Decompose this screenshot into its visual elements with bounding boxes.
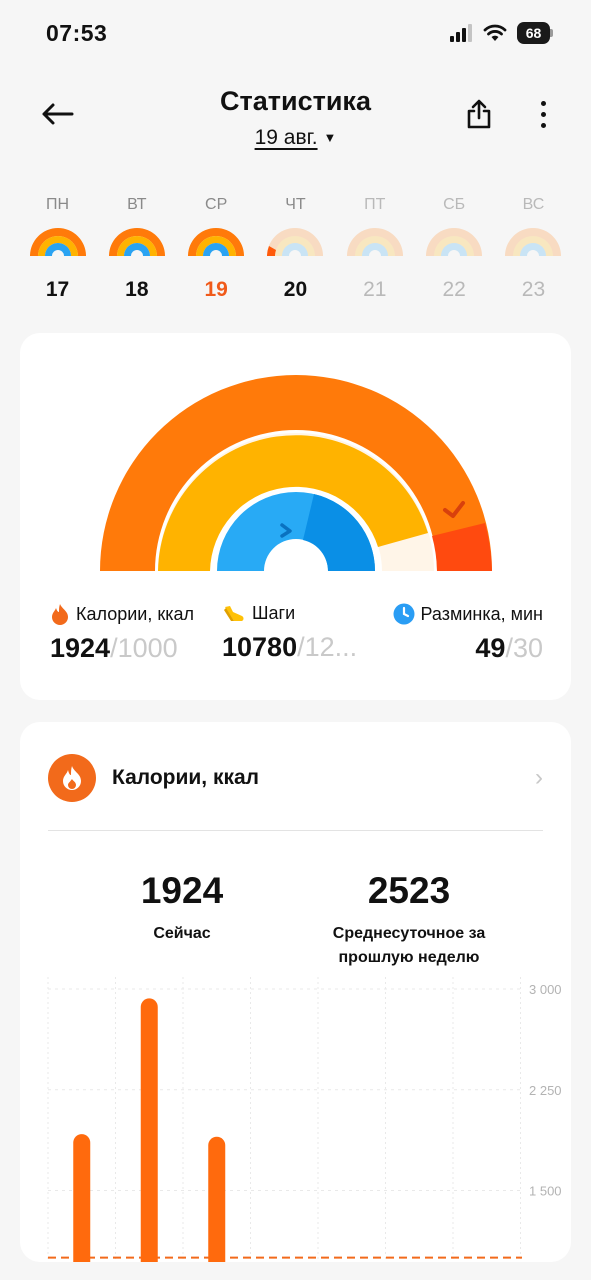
day-23[interactable]: ВС 23: [494, 196, 573, 306]
day-rings-icon: [346, 228, 403, 256]
y-tick-label: 1 500: [529, 1184, 562, 1199]
calories-bar-chart: 3 0002 2501 500750: [47, 977, 562, 1262]
y-tick-label: 3 000: [529, 982, 562, 997]
metric-calories-goal: /1000: [110, 633, 178, 663]
day-number: 18: [125, 278, 149, 301]
day-22[interactable]: СБ 22: [415, 196, 494, 306]
metric-steps-label: Шаги: [252, 603, 296, 623]
day-name: СБ: [443, 196, 466, 213]
flame-icon: [52, 604, 68, 625]
sneaker-icon: [224, 605, 244, 621]
stat-now: 1924 Сейчас: [112, 870, 252, 946]
flame-badge-icon: [48, 754, 96, 802]
battery-level: 68: [517, 22, 550, 44]
day-number: 21: [363, 278, 387, 301]
clock-icon: [393, 603, 414, 625]
signal-icon: [450, 24, 472, 42]
day-name: ЧТ: [285, 196, 306, 213]
day-name: ПН: [45, 196, 70, 213]
day-20[interactable]: ЧТ 20: [256, 196, 335, 306]
wifi-icon: [483, 24, 507, 41]
week-strip: ПН 17 ВТ 18 СР 19 ЧТ 20 ПТ 21 СБ 22 ВС 23: [18, 196, 573, 306]
calorie-bar-18[interactable]: [140, 998, 158, 1262]
day-name: ВТ: [127, 196, 147, 213]
header: Статистика 19 авг. ▼: [0, 78, 591, 158]
stat-average: 2523 Среднесуточное за прошлую неделю: [306, 870, 512, 970]
stat-average-label-line1: Среднесуточное за: [332, 925, 486, 942]
day-rings-icon: [505, 228, 562, 256]
caret-down-icon: ▼: [323, 130, 337, 145]
metric-steps-value: 10780: [222, 632, 298, 662]
calorie-bar-17[interactable]: [73, 1134, 91, 1262]
activity-rings-gauge: [100, 375, 492, 571]
status-bar: 07:53 68: [0, 0, 591, 68]
stat-now-label: Сейчас: [153, 925, 211, 942]
day-rings-icon: [267, 228, 324, 256]
calories-card-header[interactable]: Калории, ккал ›: [48, 754, 543, 802]
calories-card-title: Калории, ккал: [112, 766, 259, 789]
divider: [48, 830, 543, 831]
status-icons: 68: [449, 22, 553, 44]
status-time: 07:53: [46, 20, 108, 46]
day-18[interactable]: ВТ 18: [97, 196, 176, 306]
metrics-row: Калории, ккал 1924/1000 Шаги 10780/12...…: [20, 603, 571, 673]
metric-calories-label: Калории, ккал: [76, 603, 194, 624]
day-number: 17: [45, 278, 70, 301]
metric-warmup-label: Разминка, мин: [420, 603, 544, 624]
date-selector[interactable]: 19 авг. ▼: [0, 126, 591, 150]
day-19[interactable]: СР 19: [177, 196, 256, 306]
day-rings-icon: [29, 228, 86, 256]
share-icon: [467, 99, 491, 129]
metric-steps-goal: /12...: [297, 632, 358, 662]
metric-warmup[interactable]: Разминка, мин 49/30: [393, 603, 544, 664]
metric-calories-value: 1924: [50, 633, 111, 663]
y-tick-label: 2 250: [529, 1083, 562, 1098]
metric-steps[interactable]: Шаги 10780/12...: [222, 603, 357, 663]
day-number: 19: [204, 278, 228, 301]
date-label: 19 авг.: [254, 126, 318, 149]
day-rings-icon: [108, 228, 165, 256]
day-number: 22: [442, 278, 466, 301]
chevron-right-icon: ›: [535, 764, 543, 791]
share-button[interactable]: [463, 96, 495, 132]
metric-warmup-value: 49: [475, 633, 506, 663]
calorie-bar-19[interactable]: [208, 1136, 226, 1262]
stat-average-value: 2523: [367, 870, 451, 911]
day-name: СР: [205, 196, 228, 213]
summary-card: Калории, ккал 1924/1000 Шаги 10780/12...…: [20, 333, 571, 700]
more-options-button[interactable]: [535, 96, 551, 132]
battery-icon: 68: [517, 22, 553, 44]
day-name: ПТ: [364, 196, 386, 213]
stat-now-value: 1924: [140, 870, 224, 911]
calories-card: Калории, ккал › 1924 Сейчас 2523 Среднес…: [20, 722, 571, 1262]
day-name: ВС: [522, 196, 545, 213]
day-17[interactable]: ПН 17: [18, 196, 97, 306]
metric-warmup-goal: /30: [505, 633, 543, 663]
metric-calories[interactable]: Калории, ккал 1924/1000: [50, 603, 194, 664]
page-title: Статистика: [220, 86, 371, 116]
day-number: 20: [283, 278, 308, 301]
day-number: 23: [521, 278, 546, 301]
day-21[interactable]: ПТ 21: [335, 196, 414, 306]
stat-average-label-line2: прошлую неделю: [338, 949, 480, 966]
day-rings-icon: [188, 228, 245, 256]
day-rings-icon: [426, 228, 483, 256]
